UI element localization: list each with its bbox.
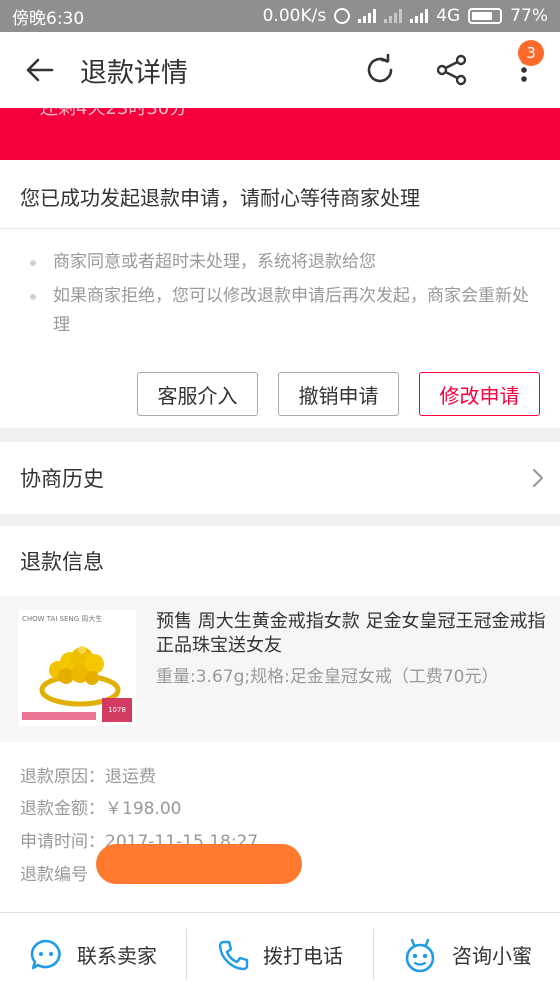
refund-status-card: 您已成功发起退款申请，请耐心等待商家处理 商家同意或者超时未处理，系统将退款给您… <box>0 160 560 428</box>
back-button[interactable] <box>0 32 80 108</box>
cancel-request-button[interactable]: 撤销申请 <box>278 372 399 416</box>
thumbnail-strip <box>22 712 96 720</box>
call-phone-label: 拨打电话 <box>263 944 343 968</box>
share-button[interactable] <box>416 32 488 108</box>
notification-badge: 3 <box>518 40 544 66</box>
network-speed: 0.00K/s <box>262 6 327 26</box>
signal-icon-3 <box>410 9 429 23</box>
more-menu-button[interactable]: 3 <box>488 32 560 108</box>
status-time: 傍晚6:30 <box>12 8 85 29</box>
call-phone-button[interactable]: 拨打电话 <box>187 913 373 996</box>
modify-request-button[interactable]: 修改申请 <box>419 372 540 416</box>
bottom-action-bar: 联系卖家 拨打电话 咨询小蜜 <box>0 912 560 996</box>
contact-seller-label: 联系卖家 <box>77 944 157 968</box>
thumbnail-price-tag: 1078 <box>102 698 132 722</box>
tips-list: 商家同意或者超时未处理，系统将退款给您 如果商家拒绝，您可以修改退款申请后再次发… <box>30 248 540 340</box>
share-icon <box>436 54 467 86</box>
arrow-left-icon <box>26 58 54 82</box>
refund-number-label: 退款编号 <box>20 865 88 885</box>
product-item[interactable]: CHOW TAI SENG 周大生 1078 预售 周大生黄金戒指女款 足金女皇… <box>0 596 560 742</box>
app-root: 傍晚6:30 0.00K/s 4G 77% 退款详情 3 还剩4天23时30分 … <box>0 0 560 996</box>
contact-seller-button[interactable]: 联系卖家 <box>0 913 186 996</box>
consult-assistant-label: 咨询小蜜 <box>452 944 532 968</box>
refresh-icon <box>367 53 393 83</box>
refund-info-heading: 退款信息 <box>0 526 560 596</box>
signal-icon <box>358 9 377 23</box>
countdown-banner: 还剩4天23时30分 <box>0 108 560 160</box>
title-bar: 退款详情 3 <box>0 32 560 108</box>
product-spec: 重量:3.67g;规格:足金皇冠女戒（工费70元） <box>156 667 499 687</box>
status-indicators: 0.00K/s 4G 77% <box>263 6 548 26</box>
status-bar: 傍晚6:30 0.00K/s 4G 77% <box>0 0 560 32</box>
network-type: 4G <box>436 6 461 26</box>
countdown-text: 还剩4天23时30分 <box>40 108 188 119</box>
consult-assistant-button[interactable]: 咨询小蜜 <box>374 913 560 996</box>
chevron-right-icon <box>516 442 560 514</box>
history-label: 协商历史 <box>20 467 104 491</box>
negotiation-history-row[interactable]: 协商历史 <box>0 442 560 514</box>
status-message: 您已成功发起退款申请，请耐心等待商家处理 <box>20 186 420 210</box>
product-title: 预售 周大生黄金戒指女款 足金女皇冠王冠金戒指 正品珠宝送女友 <box>156 611 546 656</box>
phone-icon <box>218 940 249 970</box>
battery-icon <box>468 8 503 24</box>
tip-item: 商家同意或者超时未处理，系统将退款给您 <box>30 248 540 277</box>
refund-reason: 退款原因：退运费 <box>20 767 156 787</box>
tip-item: 如果商家拒绝，您可以修改退款申请后再次发起，商家会重新处理 <box>30 282 540 340</box>
chat-bubble-icon <box>30 939 61 969</box>
refund-details: 退款原因：退运费 退款金额：￥198.00 申请时间：2017-11-15 18… <box>0 742 560 912</box>
product-thumbnail: CHOW TAI SENG 周大生 1078 <box>18 610 136 726</box>
customer-service-button[interactable]: 客服介入 <box>137 372 258 416</box>
divider <box>0 228 560 229</box>
battery-percent: 77% <box>510 6 548 26</box>
refund-amount: 退款金额：￥198.00 <box>20 799 182 819</box>
page-title: 退款详情 <box>80 57 188 89</box>
redaction-mark <box>96 844 302 884</box>
alarm-icon <box>334 8 351 24</box>
signal-icon-2 <box>384 9 403 23</box>
assistant-bee-icon <box>405 938 435 972</box>
battery-fill <box>472 12 493 20</box>
refresh-button[interactable] <box>344 32 416 108</box>
action-buttons: 客服介入 撤销申请 修改申请 <box>137 372 540 416</box>
